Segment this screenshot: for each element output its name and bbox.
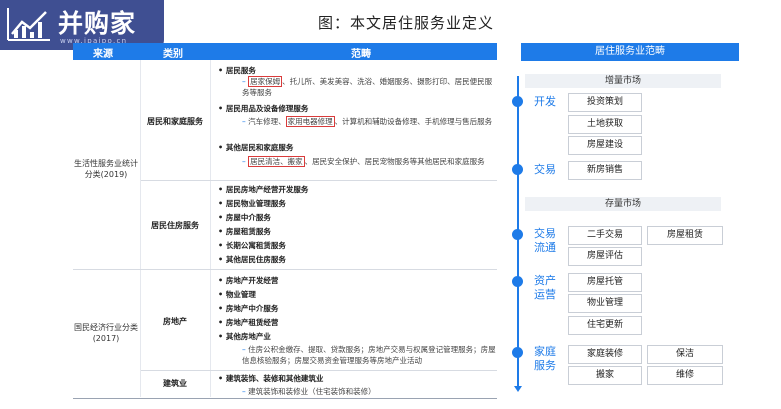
item-box: 家庭装修 [568,345,642,364]
category-circulation-1: 交易 [534,227,556,240]
list-item: • 房地产租赁经营 [218,318,279,327]
list-item: • 房地产中介服务 [218,304,279,313]
item-box: 搬家 [568,366,642,385]
panel-title: 居住服务业范畴 [521,43,739,61]
timeline-dot-icon [512,347,523,358]
item-box: 住宅更新 [568,316,642,335]
list-item: • 房屋租赁服务 [218,227,271,236]
list-item-detail: – 建筑装饰和装修业（住宅装饰和装修） [242,387,376,396]
header-category: 类别 [163,49,183,60]
list-item: • 房屋中介服务 [218,213,271,222]
list-item: • 居民服务 [218,66,256,75]
item-box: 投资策划 [568,93,642,112]
timeline-dot-icon [512,229,523,240]
section-stock: 存量市场 [525,197,721,211]
category-asset-2: 运营 [534,288,556,301]
source-2017: 国民经济行业分类(2017) [74,323,138,343]
list-item-detail: – 住房公积金缴存、提取、贷款服务；房地产交易与权属登记管理服务；房屋信息核验服… [242,345,496,365]
source-2019: 生活性服务业统计分类(2019) [74,159,138,179]
list-item: • 物业管理 [218,290,256,299]
logo-name: 并购家 [58,9,137,38]
column-divider [210,60,211,397]
timeline-arrow-icon [514,386,522,392]
item-box: 土地获取 [568,115,642,134]
category-asset-1: 资产 [534,274,556,287]
list-item: • 居民物业管理服务 [218,199,286,208]
item-box: 维修 [647,366,723,385]
chart-logo-icon [7,8,50,41]
timeline-dot-icon [512,164,523,175]
category-circulation-2: 流通 [534,241,556,254]
category-real-estate: 房地产 [163,317,187,326]
list-item: • 长期公寓租赁服务 [218,241,286,250]
item-box: 房屋评估 [568,247,642,266]
list-item: • 其他房地产业 [218,332,271,341]
list-item: • 其他居民住房服务 [218,255,286,264]
row-divider [73,269,497,270]
list-item: • 建筑装饰、装修和其他建筑业 [218,374,324,383]
list-item: • 房地产开发经营 [218,276,279,285]
category-family-2: 服务 [534,359,556,372]
item-box: 二手交易 [568,226,642,245]
highlight-appliance-repair: 家用电器修理 [285,116,335,127]
category-construction: 建筑业 [163,379,187,388]
category-home-service: 居民和家庭服务 [147,117,203,126]
list-item: • 居民房地产经营开发服务 [218,185,309,194]
category-family-1: 家庭 [534,345,556,358]
row-divider [141,180,497,181]
item-box: 房屋托管 [568,273,642,292]
item-box: 保洁 [647,345,723,364]
header-scope: 范畴 [351,49,371,60]
list-item-detail: – 汽车修理、 家用电器修理 、计算机和辅助设备修理、手机修理与售后服务 [242,116,493,127]
item-box: 新房销售 [568,161,642,180]
highlight-cleaning-moving: 居民清洁、搬家 [248,156,305,167]
category-develop: 开发 [534,95,556,108]
category-trade: 交易 [534,163,556,176]
row-divider [141,370,497,371]
highlight-nanny: 居家保姆 [248,76,283,87]
list-item-detail: – 居民清洁、搬家 、居民安全保护、居民宠物服务等其他居民和家庭服务 [242,156,485,167]
section-incremental: 增量市场 [525,74,721,88]
timeline-dot-icon [512,276,523,287]
table-header: 来源 类别 范畴 [73,43,497,60]
item-box: 房屋建设 [568,136,642,155]
item-box: 物业管理 [568,294,642,313]
table-bottom-border [73,398,497,399]
list-item: • 居民用品及设备修理服务 [218,104,309,113]
item-box: 房屋租赁 [647,226,723,245]
figure-title: 图：本文居住服务业定义 [318,14,495,32]
header-source: 来源 [93,49,113,60]
timeline-dot-icon [512,96,523,107]
list-item-detail: – 居家保姆 、托儿所、美发美容、洗浴、婚姻服务、摄影打印、居民便民服务等服务 [242,76,493,97]
category-housing-service: 居民住房服务 [151,221,199,230]
list-item: • 其他居民和家庭服务 [218,143,294,152]
